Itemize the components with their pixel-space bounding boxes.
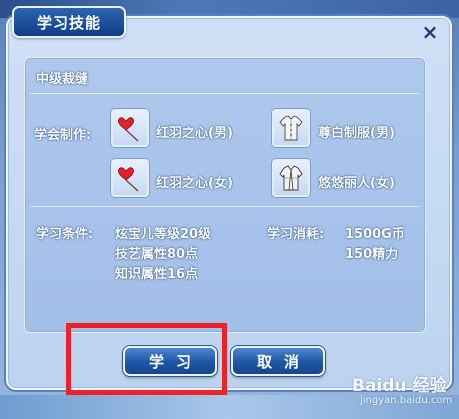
red-heart-balloon-icon	[118, 167, 139, 192]
red-heart-balloon-icon	[118, 117, 139, 142]
divider	[30, 206, 420, 207]
cost-energy: 150精力	[345, 247, 399, 262]
divider	[30, 93, 420, 94]
dialog-title: 学习技能	[12, 6, 126, 38]
item-slot-2[interactable]	[272, 109, 310, 147]
item-name-1: 红羽之心(男)	[156, 126, 233, 141]
craft-label: 学会制作:	[34, 128, 92, 143]
white-jacket-icon	[279, 165, 303, 191]
item-slot-3[interactable]	[111, 159, 149, 197]
condition-1: 炫宝儿等级20级	[115, 227, 212, 242]
condition-3: 知识属性16点	[115, 267, 199, 282]
conditions-label: 学习条件:	[36, 227, 94, 242]
item-slot-1[interactable]	[111, 109, 149, 147]
close-icon[interactable]: ×	[419, 20, 441, 44]
cost-label: 学习消耗:	[267, 227, 325, 242]
item-name-4: 悠悠丽人(女)	[318, 176, 395, 191]
item-name-2: 尊白制服(男)	[318, 126, 395, 141]
cost-gold: 1500G币	[345, 227, 405, 242]
item-name-3: 红羽之心(女)	[156, 176, 233, 191]
condition-2: 技艺属性80点	[115, 247, 199, 262]
highlight-box	[66, 323, 227, 395]
skill-name: 中级裁缝	[36, 72, 89, 87]
white-uniform-icon	[279, 115, 303, 141]
watermark-logo: Baidu 经验	[352, 376, 447, 396]
item-slot-4[interactable]	[272, 159, 310, 197]
watermark-url: jingyan.baidu.com	[360, 395, 453, 406]
skill-info-panel	[24, 57, 426, 333]
cancel-button[interactable]: 取消	[231, 346, 325, 376]
